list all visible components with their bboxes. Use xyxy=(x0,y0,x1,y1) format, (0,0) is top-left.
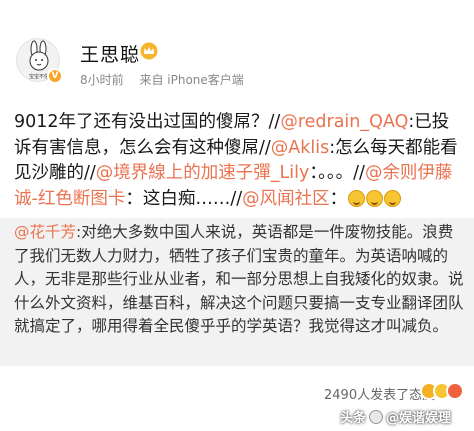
user-name[interactable]: 王思聪 xyxy=(80,40,140,67)
watermark-logo-icon xyxy=(369,410,384,424)
post-time: 8小时前 xyxy=(80,73,124,87)
angry-reaction-icon xyxy=(446,382,464,400)
post-source[interactable]: 来自 iPhone客户端 xyxy=(139,73,243,87)
post-text: 9012年了还有没出过国的傻屌？//@redrain_QAQ:已投诉有害信息，怎… xyxy=(14,110,464,212)
watermark: 头条 @娱谐娱理 xyxy=(340,407,451,426)
quoted-post[interactable]: @花千芳:对绝大多数中国人来说，英语都是一件废物技能。浪费了我们无数人力财力，牺… xyxy=(0,218,474,366)
post-header: 宝宝不信 V 王思聪 8小时前 来自 iPhone客户端 xyxy=(0,0,474,100)
laugh-emoji-icon xyxy=(366,189,384,207)
post-segment: 9012年了还有没出过国的傻屌？// xyxy=(14,112,281,132)
reactions-count[interactable]: 2490人发表了态度 xyxy=(324,384,435,403)
crown-icon xyxy=(140,42,158,60)
mention-link[interactable]: @境界線上的加速子彈_Lily xyxy=(96,163,310,183)
mention-link[interactable]: @redrain_QAQ xyxy=(280,112,408,132)
laugh-emoji-icon xyxy=(348,189,366,207)
post-segment: ：这白痴……// xyxy=(125,188,243,209)
quoted-post-text: @花千芳:对绝大多数中国人来说，英语都是一件废物技能。浪费了我们无数人力财力，牺… xyxy=(14,221,464,339)
post-segment: ： xyxy=(329,188,348,209)
mention-link[interactable]: @Aklis xyxy=(271,138,329,158)
post-meta: 8小时前 来自 iPhone客户端 xyxy=(80,71,256,88)
quoted-author-mention[interactable]: @花千芳 xyxy=(14,223,76,241)
watermark-account: @娱谐娱理 xyxy=(386,411,452,426)
reaction-emojis[interactable] xyxy=(420,382,466,402)
quoted-text-body: :对绝大多数中国人来说，英语都是一件废物技能。浪费了我们无数人力财力，牺牲了孩子… xyxy=(14,223,464,335)
avatar-text: 宝宝不信 xyxy=(29,73,49,80)
post-segment: ：。。。// xyxy=(309,163,365,183)
laugh-emoji-icon xyxy=(384,189,402,207)
watermark-prefix: 头条 xyxy=(340,411,367,426)
verified-badge-icon: V xyxy=(47,68,63,84)
mention-link[interactable]: @风闻社区 xyxy=(242,189,330,209)
